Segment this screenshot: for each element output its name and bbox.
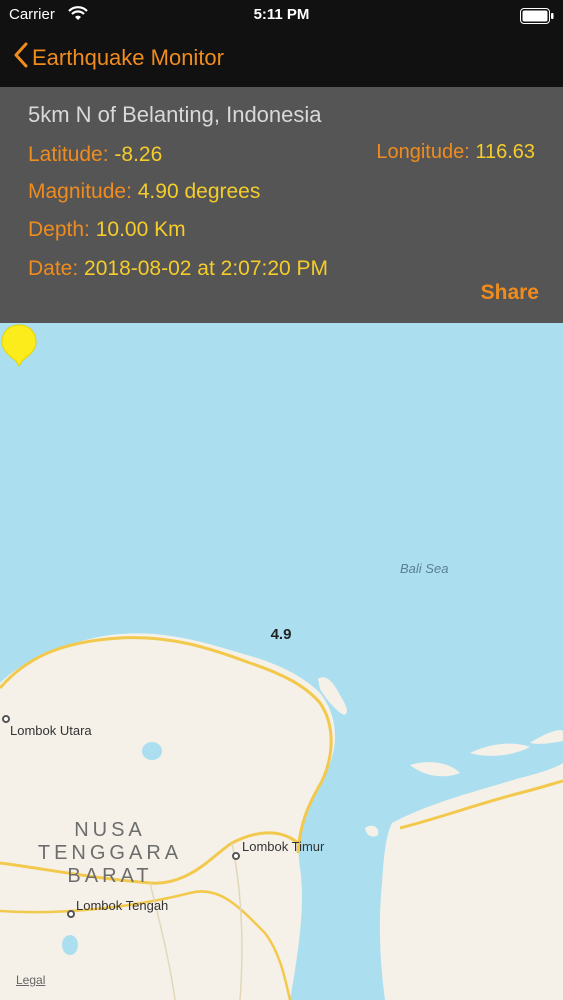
date-label: Date: [28, 257, 79, 280]
longitude-row: Longitude: 116.63 [376, 141, 535, 164]
magnitude-label: Magnitude: [28, 180, 132, 203]
region-label-line-1: NUSA [74, 819, 146, 841]
latitude-value: -8.26 [114, 143, 163, 166]
share-button[interactable]: Share [481, 281, 539, 305]
back-button-label: Earthquake Monitor [32, 44, 224, 70]
place-title: 5km N of Belanting, Indonesia [28, 102, 322, 127]
region-label-line-2: TENGGARA [37, 842, 183, 864]
depth-row: Depth: 10.00 Km [28, 218, 186, 242]
back-button[interactable]: Earthquake Monitor [14, 42, 224, 73]
city-marker [2, 715, 10, 723]
longitude-label: Longitude: [376, 141, 470, 163]
status-bar: Carrier 5:11 PM [0, 0, 563, 30]
place-label-lombok-utara: Lombok Utara [10, 723, 92, 738]
earthquake-pin-label: 4.9 [270, 626, 292, 643]
clock: 5:11 PM [253, 6, 310, 23]
legal-link[interactable]: Legal [16, 973, 45, 987]
place-label-lombok-timur: Lombok Timur [242, 839, 325, 854]
islet-east-1 [410, 762, 460, 777]
earthquake-pin-icon[interactable] [0, 323, 38, 368]
map-view[interactable]: Bali Sea Lombok Utara Lombok Timur Lombo… [0, 323, 563, 1000]
date-row: Date: 2018-08-02 at 2:07:20 PM [28, 257, 328, 281]
lombok-landmass [0, 633, 335, 1000]
lake [142, 742, 162, 760]
sumbawa-landmass [379, 763, 563, 1000]
chevron-left-icon [14, 42, 28, 73]
longitude-value: 116.63 [475, 141, 535, 163]
date-value: 2018-08-02 at 2:07:20 PM [84, 257, 329, 280]
earthquake-details-panel: 5km N of Belanting, Indonesia Latitude: … [0, 87, 563, 323]
latitude-row: Latitude: -8.26 [28, 143, 162, 167]
city-marker [67, 910, 75, 918]
magnitude-value: 4.90 degrees [137, 180, 261, 203]
place-label-lombok-tengah: Lombok Tengah [76, 898, 169, 913]
latitude-label: Latitude: [28, 143, 109, 166]
depth-label: Depth: [28, 218, 90, 241]
navigation-bar: Earthquake Monitor [0, 30, 563, 87]
depth-value: 10.00 Km [95, 218, 186, 241]
lake [62, 935, 78, 955]
islet-east-2 [470, 743, 530, 756]
islet-strait [365, 825, 379, 837]
sea-label: Bali Sea [400, 561, 449, 576]
islet-east-3 [530, 730, 563, 744]
city-marker [232, 852, 240, 860]
magnitude-row: Magnitude: 4.90 degrees [28, 180, 260, 204]
region-label-line-3: BARAT [67, 865, 153, 887]
battery-icon [520, 8, 554, 24]
